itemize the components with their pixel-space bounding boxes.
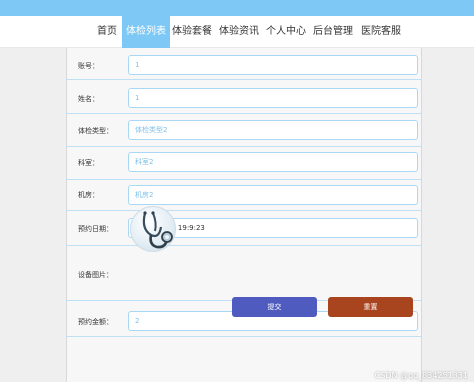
appointment-date-label: 预约日期： xyxy=(78,225,113,233)
submit-button[interactable]: 提交 xyxy=(232,297,317,317)
nav-item-exam-list[interactable]: 体检列表 xyxy=(122,16,170,48)
department-field[interactable]: 科室2 xyxy=(128,152,418,172)
equipment-image[interactable] xyxy=(130,206,176,252)
nav-item-packages[interactable]: 体验套餐 xyxy=(170,16,214,48)
nav-item-news[interactable]: 体验资讯 xyxy=(216,16,262,48)
nav-item-support[interactable]: 医院客服 xyxy=(358,16,404,48)
exam-type-field[interactable]: 体检类型2 xyxy=(128,120,418,140)
nav-item-admin[interactable]: 后台管理 xyxy=(310,16,356,48)
exam-type-label: 体检类型： xyxy=(78,127,113,135)
room-field[interactable]: 机房2 xyxy=(128,185,418,205)
name-label: 姓名： xyxy=(78,95,99,103)
equipment-image-label: 设备图片： xyxy=(78,271,113,279)
name-field[interactable]: 1 xyxy=(128,88,418,108)
stethoscope-icon xyxy=(142,211,173,249)
form-row-image xyxy=(66,246,422,301)
top-banner xyxy=(0,0,474,16)
account-field[interactable]: 1 xyxy=(128,55,418,75)
appointment-amount-label: 预约金额： xyxy=(78,318,113,326)
reset-button[interactable]: 重置 xyxy=(328,297,413,317)
department-label: 科室： xyxy=(78,159,99,167)
account-label: 账号： xyxy=(78,62,99,70)
nav-item-home[interactable]: 首页 xyxy=(88,16,126,48)
nav-item-profile[interactable]: 个人中心 xyxy=(263,16,309,48)
room-label: 机房： xyxy=(78,191,99,199)
watermark-text: CSDN @qq_834251331 xyxy=(374,371,468,380)
main-nav: 首页 体检列表 体验套餐 体验资讯 个人中心 后台管理 医院客服 xyxy=(0,16,474,48)
